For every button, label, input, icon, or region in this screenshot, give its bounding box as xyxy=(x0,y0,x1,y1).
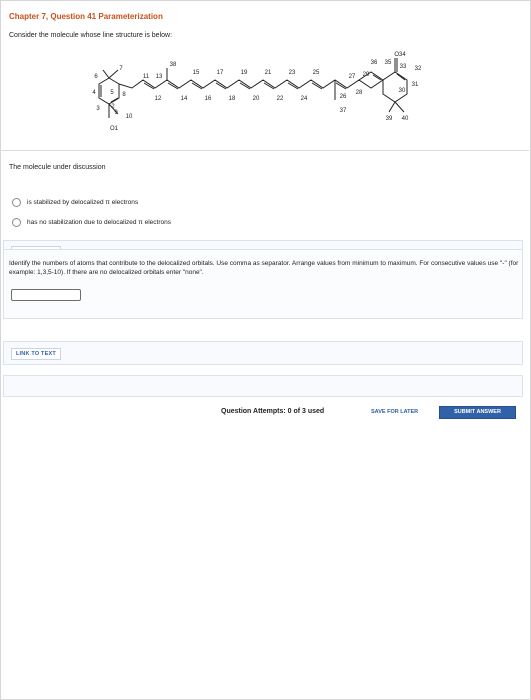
atom-label: 22 xyxy=(277,96,284,102)
atom-label: 37 xyxy=(340,108,347,114)
atom-label: 7 xyxy=(119,66,123,72)
atom-label: 39 xyxy=(386,116,393,122)
atom-label: 17 xyxy=(217,70,224,76)
atom-label: 30 xyxy=(399,88,406,94)
atom-label: 32 xyxy=(415,66,422,72)
atom-label: 29 xyxy=(363,72,370,78)
link-section-2 xyxy=(3,341,523,365)
atom-label: 13 xyxy=(156,74,163,80)
atom-label: 28 xyxy=(356,90,363,96)
radio-button[interactable] xyxy=(12,218,21,227)
question-attempts: Question Attempts: 0 of 3 used xyxy=(221,408,325,415)
option-label: is stabilized by delocalized π electrons xyxy=(27,199,139,206)
atom-label: 11 xyxy=(143,74,150,80)
submit-answer-button[interactable]: SUBMIT ANSWER xyxy=(439,406,516,419)
link-to-text-button[interactable]: LINK TO TEXT xyxy=(11,348,61,360)
question2-text: Identify the numbers of atoms that contr… xyxy=(9,260,519,276)
radio-button[interactable] xyxy=(12,198,21,207)
atom-label: 12 xyxy=(155,96,162,102)
question1-text: The molecule under discussion xyxy=(9,164,106,171)
atom-label: 6 xyxy=(94,74,98,80)
option-delocalized[interactable]: is stabilized by delocalized π electrons xyxy=(12,198,138,207)
atom-label: 18 xyxy=(229,96,236,102)
atom-label: 35 xyxy=(385,60,392,66)
atom-label: 19 xyxy=(241,70,248,76)
atom-label: 33 xyxy=(400,64,407,70)
atom-label: 14 xyxy=(181,96,188,102)
footer-bar xyxy=(3,375,523,397)
atom-label: 3 xyxy=(96,106,100,112)
atom-label: 5 xyxy=(110,90,114,96)
divider xyxy=(0,150,529,151)
option-label: has no stabilization due to delocalized … xyxy=(27,219,171,226)
atom-label: 23 xyxy=(289,70,296,76)
atom-label: 4 xyxy=(92,90,96,96)
molecule-bonds xyxy=(98,58,408,118)
oxygen-label: O34 xyxy=(394,52,406,58)
atom-label: 40 xyxy=(402,116,409,122)
atom-label: 38 xyxy=(170,62,177,68)
answer-input[interactable] xyxy=(11,289,81,301)
atom-label: 36 xyxy=(371,60,378,66)
atom-label: 10 xyxy=(126,114,133,120)
save-for-later-button[interactable]: SAVE FOR LATER xyxy=(371,409,418,415)
question-prompt: Consider the molecule whose line structu… xyxy=(9,32,173,39)
atom-label: 26 xyxy=(340,94,347,100)
atom-label: 16 xyxy=(205,96,212,102)
question-title: Chapter 7, Question 41 Parameterization xyxy=(9,12,163,21)
atom-label: 25 xyxy=(313,70,320,76)
atom-label: 8 xyxy=(122,92,126,98)
atom-label: 20 xyxy=(253,96,260,102)
molecule-atom-labels: 6 7 4 5 8 3 2 9 10 O1 11 12 13 38 14 15 … xyxy=(92,52,422,132)
atom-label: 24 xyxy=(301,96,308,102)
molecule-structure: 6 7 4 5 8 3 2 9 10 O1 11 12 13 38 14 15 … xyxy=(92,52,422,132)
oxygen-label: O1 xyxy=(110,126,119,132)
option-no-stabilization[interactable]: has no stabilization due to delocalized … xyxy=(12,218,171,227)
atom-label: 21 xyxy=(265,70,272,76)
atom-label: 31 xyxy=(412,82,419,88)
atom-label: 27 xyxy=(349,74,356,80)
atom-label: 15 xyxy=(193,70,200,76)
